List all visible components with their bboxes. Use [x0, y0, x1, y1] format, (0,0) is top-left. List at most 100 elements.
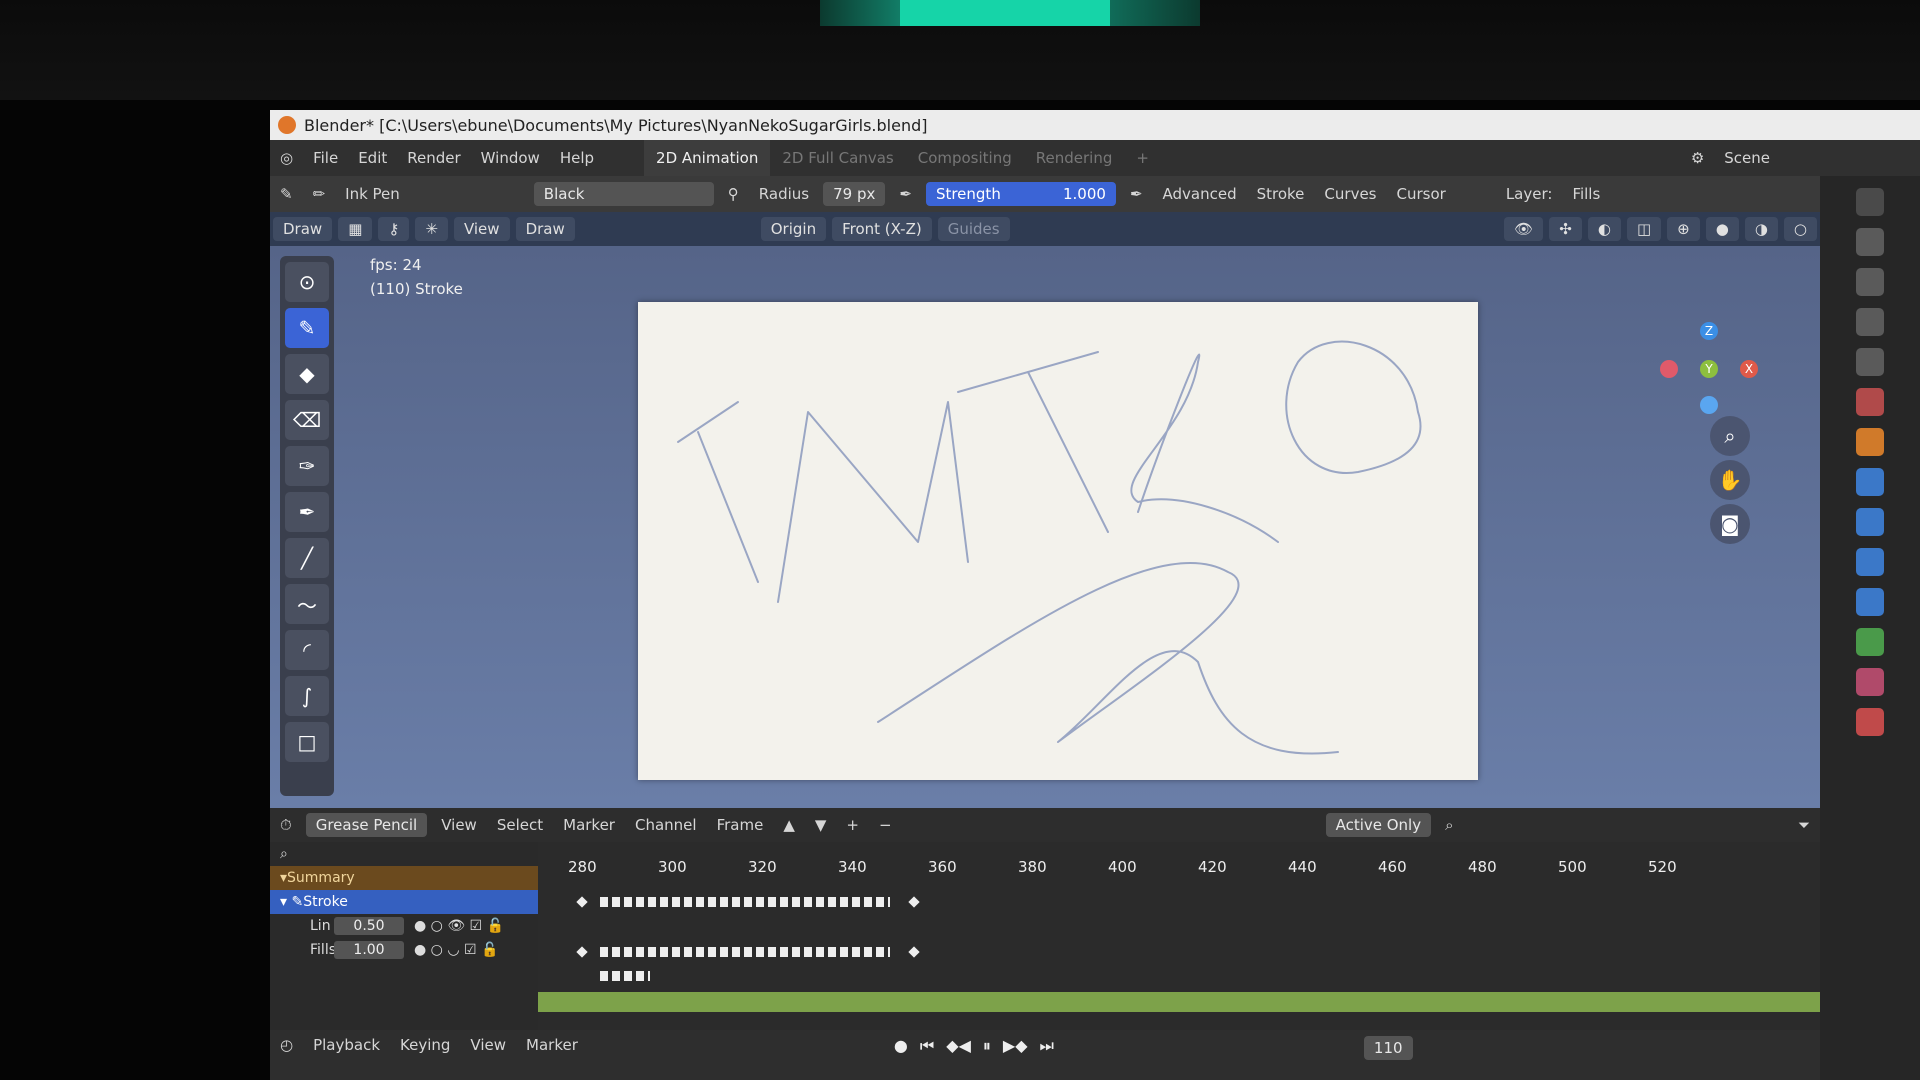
menu-advanced[interactable]: Advanced [1153, 185, 1247, 203]
erase-tool-icon[interactable]: ⌫ [285, 400, 329, 440]
keyframe[interactable] [576, 896, 588, 908]
channel-search[interactable]: ⌕ [270, 842, 538, 866]
pressure-radius-icon[interactable]: ✒ [889, 185, 922, 203]
menu-playback[interactable]: Playback [303, 1036, 390, 1054]
jump-end-icon[interactable]: ⏭ [1040, 1036, 1054, 1056]
workspace-tab-compositing[interactable]: Compositing [906, 149, 1024, 167]
mode-selector[interactable]: Draw [273, 217, 333, 241]
playback-menu-view[interactable]: View [460, 1036, 516, 1054]
box-tool-icon[interactable]: □ [285, 722, 329, 762]
prev-keyframe-icon[interactable]: ◆◀ [946, 1036, 971, 1055]
current-frame-field[interactable]: 110 [1363, 1036, 1413, 1060]
brush-name[interactable]: Ink Pen [335, 185, 410, 203]
menu-render[interactable]: Render [397, 149, 470, 167]
pressure-strength-icon[interactable]: ✒ [1120, 185, 1153, 203]
playback-menu-marker[interactable]: Marker [516, 1036, 588, 1054]
pin-icon[interactable]: ⚲ [718, 185, 749, 203]
layer-fills[interactable]: Fills [1562, 185, 1610, 203]
remove-layer-icon[interactable]: − [869, 816, 902, 834]
world-properties-icon[interactable] [1856, 388, 1884, 416]
workspace-tab-2d-animation[interactable]: 2D Animation [644, 140, 771, 176]
effects-properties-icon[interactable] [1856, 508, 1884, 536]
object-properties-icon[interactable] [1856, 428, 1884, 456]
curve-tool-icon[interactable]: ∫ [285, 676, 329, 716]
autolock-icon[interactable]: ⚷ [378, 217, 410, 241]
stroke-placement-origin[interactable]: Origin [760, 217, 827, 241]
channel-summary[interactable]: ▾ Summary [270, 866, 538, 890]
menu-cursor[interactable]: Cursor [1387, 185, 1456, 203]
scene-icon[interactable]: ⚙ [1681, 149, 1714, 167]
tool-settings-icon[interactable]: ✎ [270, 185, 303, 203]
zoom-icon[interactable]: ⌕ [1710, 416, 1750, 456]
dope-menu-marker[interactable]: Marker [553, 816, 625, 834]
keyframe-run[interactable] [600, 947, 890, 957]
line-opacity-field[interactable]: 0.50 [334, 917, 404, 935]
editor-type-icon[interactable]: ⏱ [270, 816, 302, 834]
shading-material-icon[interactable]: ◑ [1744, 217, 1778, 241]
keyframe-run[interactable] [600, 971, 650, 981]
snap-icon[interactable]: ✳ [415, 217, 448, 241]
material-properties-icon[interactable] [1856, 668, 1884, 696]
guides-toggle[interactable]: Guides [937, 217, 1010, 241]
physics-properties-icon[interactable] [1856, 548, 1884, 576]
radius-field[interactable]: 79 px [823, 182, 886, 206]
jump-start-icon[interactable]: ⏮ [920, 1036, 934, 1056]
cursor-tool-icon[interactable]: ⊙ [285, 262, 329, 302]
channel-line-layer[interactable]: Lin 0.50 ● ○ 👁 ☑ 🔓 [270, 914, 538, 938]
fills-opacity-field[interactable]: 1.00 [334, 941, 404, 959]
record-icon[interactable]: ● [894, 1036, 908, 1055]
keyframe-run[interactable] [600, 897, 890, 907]
tool-properties-icon[interactable] [1856, 188, 1884, 216]
polyline-tool-icon[interactable]: 〜 [285, 584, 329, 624]
add-workspace-button[interactable]: + [1124, 149, 1161, 167]
menu-help[interactable]: Help [550, 149, 604, 167]
keyframe-area[interactable]: 280 300 320 340 360 380 400 420 440 460 … [538, 842, 1820, 1030]
dope-menu-select[interactable]: Select [487, 816, 553, 834]
view-layer-properties-icon[interactable] [1856, 308, 1884, 336]
menu-file[interactable]: File [303, 149, 348, 167]
gizmo-icon[interactable]: ✣ [1549, 217, 1582, 241]
gizmo-neg-z-dot[interactable] [1700, 396, 1718, 414]
timeline-editor-icon[interactable]: ◴ [270, 1036, 303, 1054]
menu-edit[interactable]: Edit [348, 149, 397, 167]
line-visibility-icon[interactable]: ● ○ 👁 ☑ 🔓 [414, 918, 504, 934]
fills-visibility-icon[interactable]: ● ○ ◡ ☑ 🔓 [414, 942, 498, 958]
gizmo-z-axis[interactable]: Z [1700, 322, 1718, 340]
menu-view[interactable]: View [453, 217, 510, 241]
move-layer-down-icon[interactable]: ▼ [805, 816, 837, 834]
output-properties-icon[interactable] [1856, 268, 1884, 296]
constraint-properties-icon[interactable] [1856, 588, 1884, 616]
keyframe[interactable] [908, 946, 920, 958]
menu-keying[interactable]: Keying [390, 1036, 460, 1054]
shading-wireframe-icon[interactable]: ⊕ [1667, 217, 1700, 241]
dopesheet-mode-selector[interactable]: Grease Pencil [305, 813, 428, 837]
shading-solid-icon[interactable]: ● [1705, 217, 1739, 241]
eyedropper-tool-icon[interactable]: ✒ [285, 492, 329, 532]
drawing-canvas[interactable] [638, 302, 1478, 780]
menu-window[interactable]: Window [471, 149, 550, 167]
menu-stroke[interactable]: Stroke [1247, 185, 1315, 203]
next-keyframe-icon[interactable]: ▶◆ [1003, 1036, 1028, 1055]
material-selector[interactable]: Black [533, 182, 714, 206]
line-tool-icon[interactable]: ╱ [285, 538, 329, 578]
pause-icon[interactable]: ⏸ [983, 1036, 991, 1056]
fill-tool-icon[interactable]: ◆ [285, 354, 329, 394]
scene-selector[interactable]: Scene [1714, 149, 1780, 167]
workspace-tab-rendering[interactable]: Rendering [1024, 149, 1125, 167]
menu-curves[interactable]: Curves [1314, 185, 1386, 203]
active-only-toggle[interactable]: Active Only [1325, 813, 1432, 837]
gizmo-y-axis[interactable]: Y [1700, 360, 1718, 378]
gizmo-neg-x-dot[interactable] [1660, 360, 1678, 378]
draw-tool-icon[interactable]: ✎ [285, 308, 329, 348]
move-layer-up-icon[interactable]: ▲ [773, 816, 805, 834]
filter-icon[interactable]: ⏷ [1788, 816, 1820, 834]
keyframe[interactable] [576, 946, 588, 958]
tint-tool-icon[interactable]: ✑ [285, 446, 329, 486]
strength-slider[interactable]: Strength 1.000 [925, 182, 1116, 206]
shading-rendered-icon[interactable]: ○ [1783, 217, 1817, 241]
channel-stroke[interactable]: ▾ ✎ Stroke [270, 890, 538, 914]
dope-search-icon[interactable]: ⌕ [1435, 816, 1463, 834]
menu-draw[interactable]: Draw [515, 217, 575, 241]
xray-icon[interactable]: ◫ [1626, 217, 1662, 241]
data-properties-icon[interactable] [1856, 628, 1884, 656]
